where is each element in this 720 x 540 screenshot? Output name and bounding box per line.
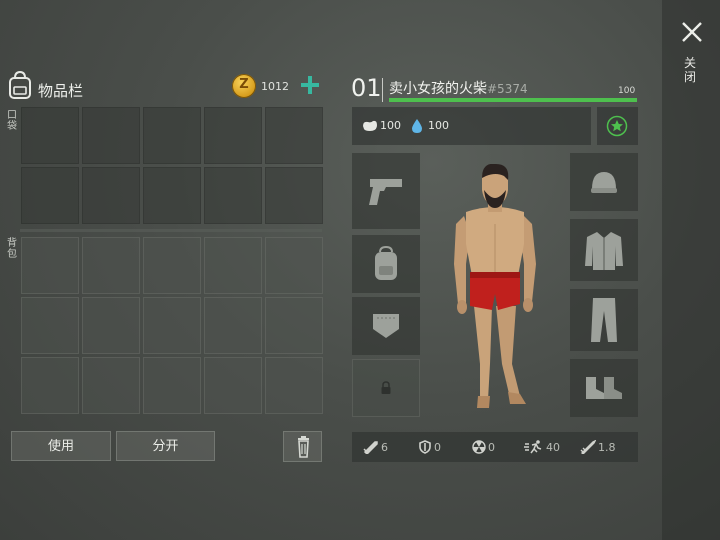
lock-icon — [381, 381, 391, 394]
legs-slot[interactable] — [570, 289, 638, 351]
add-coins-button[interactable] — [298, 73, 322, 97]
character-level: 01 — [351, 74, 382, 102]
section-divider — [20, 229, 322, 232]
backpack-slot[interactable] — [21, 357, 79, 414]
character-model — [454, 164, 536, 408]
pocket-slot[interactable] — [82, 167, 140, 224]
backpack-slot[interactable] — [82, 357, 140, 414]
backpack-equip-slot[interactable] — [352, 235, 420, 293]
header-separator — [382, 78, 383, 102]
defense-stat: 0 — [418, 440, 441, 454]
pocket-label: 口袋 — [7, 110, 17, 132]
pocket-slot[interactable] — [21, 107, 79, 164]
shield-icon — [419, 440, 431, 454]
close-icon[interactable] — [680, 20, 704, 44]
sword-icon — [363, 441, 378, 456]
character-name: 卖小女孩的火柴#5374 — [389, 81, 528, 97]
backpack-slot[interactable] — [265, 357, 323, 414]
favorite-button[interactable] — [597, 107, 638, 145]
pants-icon — [591, 298, 617, 342]
trash-icon — [298, 436, 309, 458]
head-slot[interactable] — [570, 153, 638, 211]
combat-stats: 6 0 0 40 1.8 — [352, 432, 638, 462]
xp-bar — [389, 98, 637, 102]
character-tag: #5374 — [487, 82, 528, 96]
torso-slot[interactable] — [570, 219, 638, 281]
close-label[interactable]: 关闭 — [684, 56, 698, 84]
backpack-slot[interactable] — [21, 297, 79, 354]
vitals-row: 100 100 — [352, 107, 591, 145]
boots-icon — [586, 377, 622, 399]
jacket-icon — [585, 232, 623, 270]
water-value: 100 — [428, 119, 449, 132]
xp-value: 100 — [618, 86, 636, 96]
pocket-slot[interactable] — [82, 107, 140, 164]
running-icon — [524, 440, 542, 454]
backpack-slot[interactable] — [204, 357, 262, 414]
split-button[interactable]: 分开 — [116, 431, 215, 461]
radiation-icon — [472, 440, 486, 454]
backpack-grid — [21, 237, 323, 414]
inventory-header: 物品栏 Z 1012 — [6, 70, 324, 106]
weapon-slot[interactable] — [352, 153, 420, 229]
pocket-slot[interactable] — [21, 167, 79, 224]
pocket-slot[interactable] — [265, 107, 323, 164]
discard-button[interactable] — [283, 431, 322, 462]
backpack-slot[interactable] — [143, 237, 201, 294]
hat-icon — [591, 172, 617, 193]
backpack-slot[interactable] — [143, 357, 201, 414]
pocket-icon — [373, 314, 399, 338]
pocket-slot[interactable] — [204, 107, 262, 164]
xp-bar-fill — [389, 98, 637, 102]
backpack-slot[interactable] — [82, 237, 140, 294]
use-button[interactable]: 使用 — [11, 431, 111, 461]
attack-stat: 6 — [363, 440, 388, 456]
pocket-slot[interactable] — [204, 167, 262, 224]
backpack-slot[interactable] — [265, 237, 323, 294]
pocket-equip-slot[interactable] — [352, 297, 420, 355]
coin-count: 1012 — [261, 80, 289, 93]
stomach-icon — [363, 120, 377, 131]
pocket-slot[interactable] — [265, 167, 323, 224]
food-value: 100 — [380, 119, 401, 132]
backpack-slot[interactable] — [204, 237, 262, 294]
star-icon — [606, 115, 628, 137]
pocket-slot[interactable] — [143, 107, 201, 164]
coin-icon: Z — [232, 74, 256, 98]
locked-slot — [352, 359, 420, 417]
bag-icon — [9, 70, 31, 99]
backpack-slot[interactable] — [21, 237, 79, 294]
speed-stat: 40 — [524, 440, 560, 454]
pocket-grid — [21, 107, 323, 224]
backpack-slot[interactable] — [82, 297, 140, 354]
backpack-slot[interactable] — [143, 297, 201, 354]
radiation-stat: 0 — [472, 440, 495, 454]
blade-icon — [580, 439, 597, 455]
backpack-slot[interactable] — [265, 297, 323, 354]
pistol-icon — [369, 179, 402, 205]
feet-slot[interactable] — [570, 359, 638, 417]
backpack-icon — [375, 245, 397, 280]
water-drop-icon — [412, 119, 422, 133]
pocket-slot[interactable] — [143, 167, 201, 224]
backpack-label: 背包 — [7, 238, 17, 260]
weight-stat: 1.8 — [580, 439, 616, 455]
backpack-slot[interactable] — [204, 297, 262, 354]
inventory-title: 物品栏 — [38, 82, 84, 100]
